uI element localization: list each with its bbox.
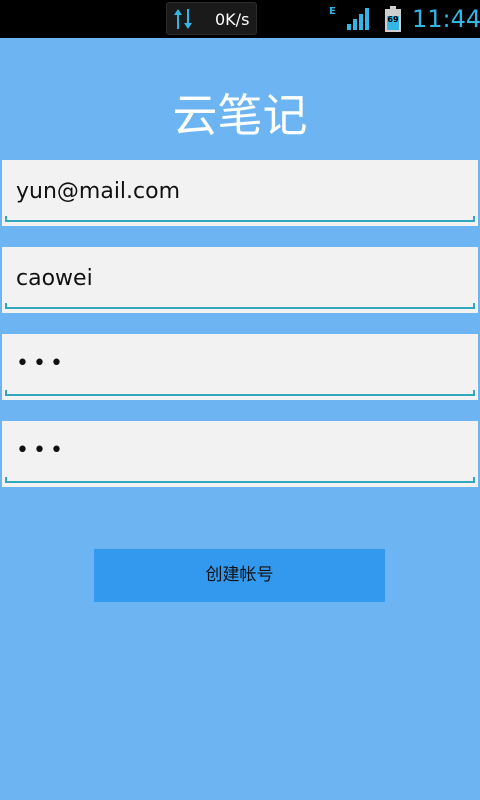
create-account-button[interactable]: 创建帐号 (94, 549, 385, 602)
app-title: 云笔记 (172, 89, 308, 142)
clock: 11:44 (412, 5, 480, 33)
username-value: caowei (16, 266, 93, 291)
battery-level: 69 (387, 15, 399, 24)
email-field[interactable]: yun@mail.com (2, 160, 478, 226)
field-underline (5, 216, 475, 222)
password-value: ••• (16, 351, 67, 376)
email-value: yun@mail.com (16, 179, 181, 204)
signal-strength-icon (347, 8, 369, 30)
field-underline (5, 477, 475, 483)
username-field[interactable]: caowei (2, 247, 478, 313)
confirm-password-field[interactable]: ••• (2, 421, 478, 487)
status-bar: 0K/s E 69 11:44 (0, 0, 480, 38)
network-speed: 0K/s (215, 10, 250, 29)
field-underline (5, 390, 475, 396)
confirm-password-value: ••• (16, 438, 67, 463)
network-type: E (329, 6, 336, 17)
data-transfer-icon (174, 9, 192, 29)
network-speed-widget: 0K/s (166, 2, 257, 35)
field-underline (5, 303, 475, 309)
password-field[interactable]: ••• (2, 334, 478, 400)
